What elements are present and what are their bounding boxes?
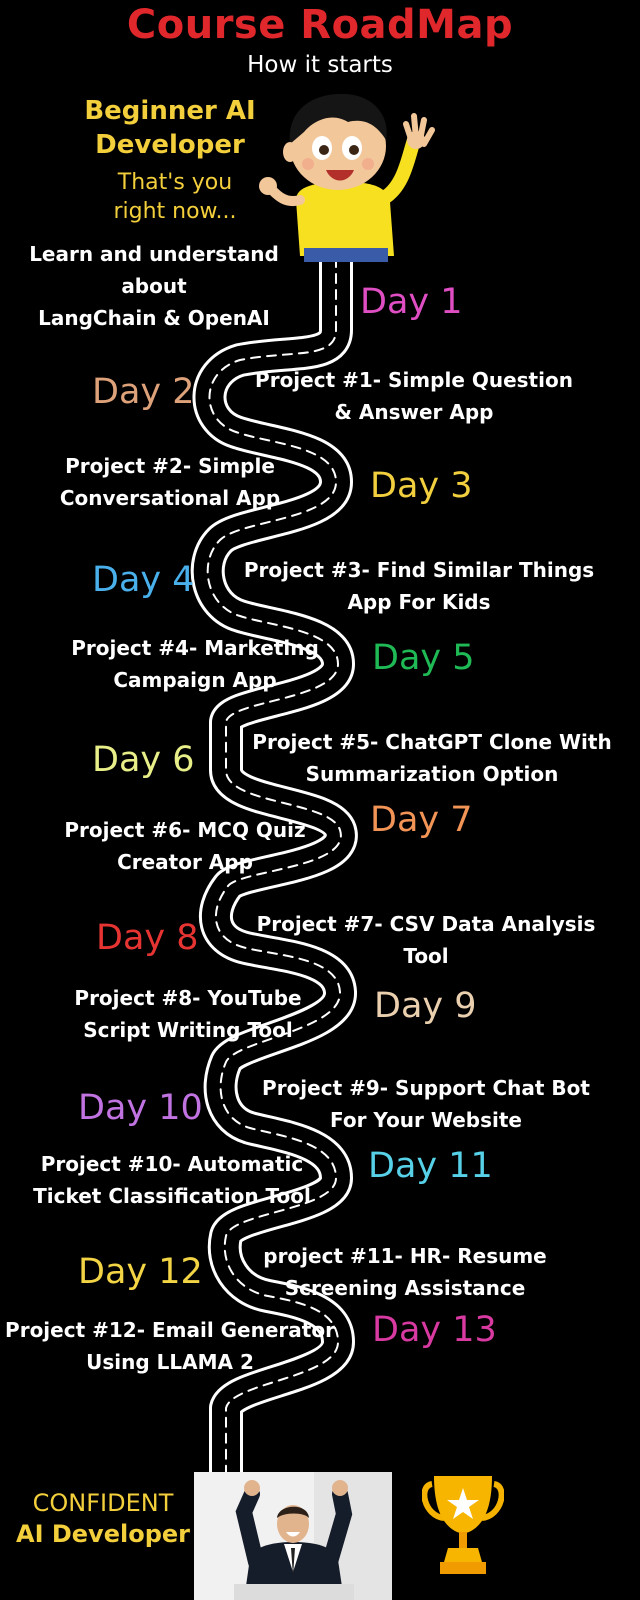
project-label-12-line1: project #11- HR- Resume [263, 1244, 547, 1268]
project-label-12: project #11- HR- Resume Screening Assist… [248, 1240, 562, 1304]
project-label-2-line1: Project #1- Simple Question [255, 368, 573, 392]
project-label-10: Project #9- Support Chat Bot For Your We… [254, 1072, 598, 1136]
day-label-10: Day 10 [78, 1088, 203, 1128]
project-label-2-line2: & Answer App [334, 400, 494, 424]
start-label-line1: Beginner AI [84, 96, 256, 126]
project-label-13-line1: Project #12- Email Generator [5, 1318, 335, 1342]
project-label-6: Project #5- ChatGPT Clone With Summariza… [244, 726, 620, 790]
day-label-6: Day 6 [92, 740, 195, 780]
project-label-7-line2: Creator App [117, 850, 253, 874]
project-label-10-line2: For Your Website [330, 1108, 522, 1132]
page-title: Course RoadMap [126, 2, 514, 48]
project-label-4-line2: App For Kids [347, 590, 491, 614]
day-label-1: Day 1 [360, 282, 463, 322]
project-label-11-line2: Ticket Classification Tool [33, 1184, 311, 1208]
finish-label: CONFIDENT AI Developer [8, 1488, 198, 1550]
project-label-2: Project #1- Simple Question & Answer App [244, 364, 584, 428]
project-label-1: Learn and understand about LangChain & O… [16, 238, 292, 334]
project-label-5-line1: Project #4- Marketing [71, 636, 319, 660]
day-label-7: Day 7 [370, 800, 473, 840]
finish-label-line1: CONFIDENT [32, 1489, 174, 1517]
start-label-line2: Developer [95, 130, 245, 160]
finish-label-line2: AI Developer [16, 1520, 190, 1548]
start-note-line2: right now... [113, 199, 237, 224]
day-label-8: Day 8 [96, 918, 199, 958]
project-label-9-line2: Script Writing Tool [83, 1018, 293, 1042]
project-label-5: Project #4- Marketing Campaign App [50, 632, 340, 696]
project-label-11: Project #10- Automatic Ticket Classifica… [24, 1148, 320, 1212]
day-label-4: Day 4 [92, 560, 195, 600]
project-label-3-line2: Conversational App [59, 486, 281, 510]
project-label-4: Project #3- Find Similar Things App For … [240, 554, 598, 618]
start-note-line1: That's you [117, 170, 233, 195]
trophy-icon [422, 1474, 504, 1580]
day-label-13: Day 13 [372, 1310, 497, 1350]
project-label-9-line1: Project #8- YouTube [74, 986, 302, 1010]
project-label-11-line1: Project #10- Automatic [40, 1152, 304, 1176]
day-label-3: Day 3 [370, 466, 473, 506]
project-label-5-line2: Campaign App [113, 668, 277, 692]
project-label-4-line1: Project #3- Find Similar Things [243, 558, 595, 582]
project-label-3: Project #2- Simple Conversational App [40, 450, 300, 514]
project-label-13: Project #12- Email Generator Using LLAMA… [0, 1314, 340, 1378]
day-label-12: Day 12 [78, 1252, 203, 1292]
start-note: That's you right now... [90, 168, 260, 226]
start-label: Beginner AI Developer [60, 94, 280, 162]
project-label-13-line2: Using LLAMA 2 [86, 1350, 254, 1374]
day-label-2: Day 2 [92, 372, 195, 412]
project-label-1-line2: about [121, 274, 187, 298]
project-label-3-line1: Project #2- Simple [65, 454, 275, 478]
day-label-9: Day 9 [374, 986, 477, 1026]
project-label-8-line2: Tool [403, 944, 449, 968]
day-label-11: Day 11 [368, 1146, 493, 1186]
project-label-8-line1: Project #7- CSV Data Analysis [256, 912, 596, 936]
project-label-6-line2: Summarization Option [305, 762, 559, 786]
project-label-12-line2: Screening Assistance [284, 1276, 526, 1300]
day-label-5: Day 5 [372, 638, 475, 678]
project-label-8: Project #7- CSV Data Analysis Tool [250, 908, 602, 972]
project-label-7-line1: Project #6- MCQ Quiz [64, 818, 306, 842]
project-label-7: Project #6- MCQ Quiz Creator App [50, 814, 320, 878]
project-label-1-line3: LangChain & OpenAI [38, 306, 270, 330]
celebrating-businessman-photo [194, 1472, 392, 1600]
project-label-6-line1: Project #5- ChatGPT Clone With [252, 730, 612, 754]
project-label-10-line1: Project #9- Support Chat Bot [262, 1076, 590, 1100]
project-label-1-line1: Learn and understand [29, 242, 279, 266]
project-label-9: Project #8- YouTube Script Writing Tool [50, 982, 326, 1046]
page-subtitle: How it starts [247, 52, 393, 78]
